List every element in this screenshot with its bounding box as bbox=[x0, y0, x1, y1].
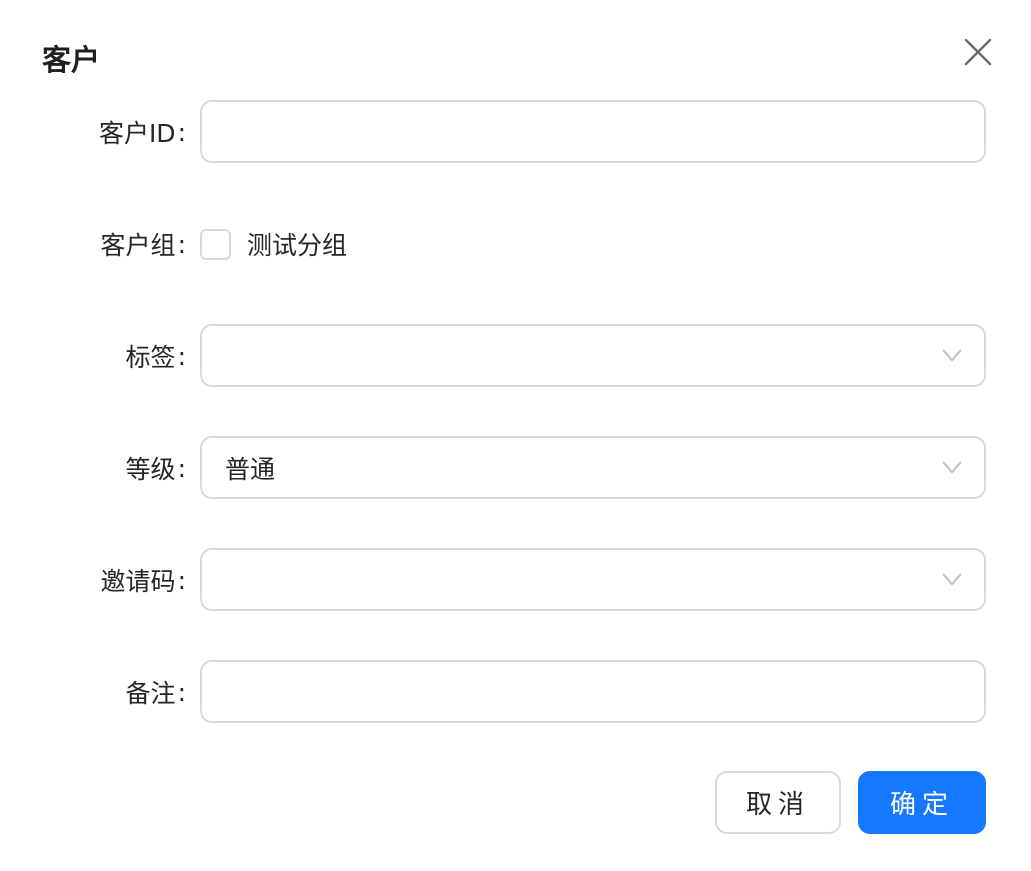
test-group-checkbox-label[interactable]: 测试分组 bbox=[247, 226, 347, 262]
invite-code-label: 邀请码: bbox=[100, 565, 186, 597]
tags-select[interactable] bbox=[200, 324, 986, 387]
form-row-invite-code: 邀请码: bbox=[0, 548, 1031, 612]
level-label: 等级: bbox=[125, 453, 186, 485]
tags-label: 标签: bbox=[125, 341, 186, 373]
remark-label: 备注: bbox=[125, 677, 186, 709]
customer-group-checkbox-option[interactable]: 测试分组 bbox=[200, 212, 347, 276]
level-select-value: 普通 bbox=[225, 454, 276, 484]
invite-code-select[interactable] bbox=[200, 548, 986, 611]
form-row-customer-id: 客户ID: bbox=[0, 100, 1031, 164]
form-row-level: 等级: 普通 bbox=[0, 436, 1031, 500]
cancel-button[interactable]: 取消 bbox=[715, 771, 841, 834]
form-row-remark: 备注: bbox=[0, 660, 1031, 724]
test-group-checkbox[interactable] bbox=[200, 228, 231, 260]
close-button[interactable] bbox=[958, 32, 998, 72]
close-icon bbox=[964, 38, 992, 66]
ok-button[interactable]: 确定 bbox=[858, 771, 986, 834]
customer-id-input[interactable] bbox=[200, 100, 986, 163]
dialog-title: 客户 bbox=[42, 43, 101, 77]
level-select[interactable]: 普通 bbox=[200, 436, 986, 499]
customer-group-label: 客户组: bbox=[100, 229, 186, 261]
form-row-customer-group: 客户组: 测试分组 bbox=[0, 212, 1031, 276]
customer-id-label: 客户ID: bbox=[98, 117, 186, 149]
form-row-tags: 标签: bbox=[0, 324, 1031, 388]
customer-dialog: 客户 客户ID: 客户组: 测试分组 标签: 等级: 普通 邀请码: 备注 … bbox=[0, 0, 1031, 871]
chevron-down-icon bbox=[942, 573, 962, 586]
remark-input[interactable] bbox=[200, 660, 986, 723]
chevron-down-icon bbox=[942, 349, 962, 362]
chevron-down-icon bbox=[942, 461, 962, 474]
